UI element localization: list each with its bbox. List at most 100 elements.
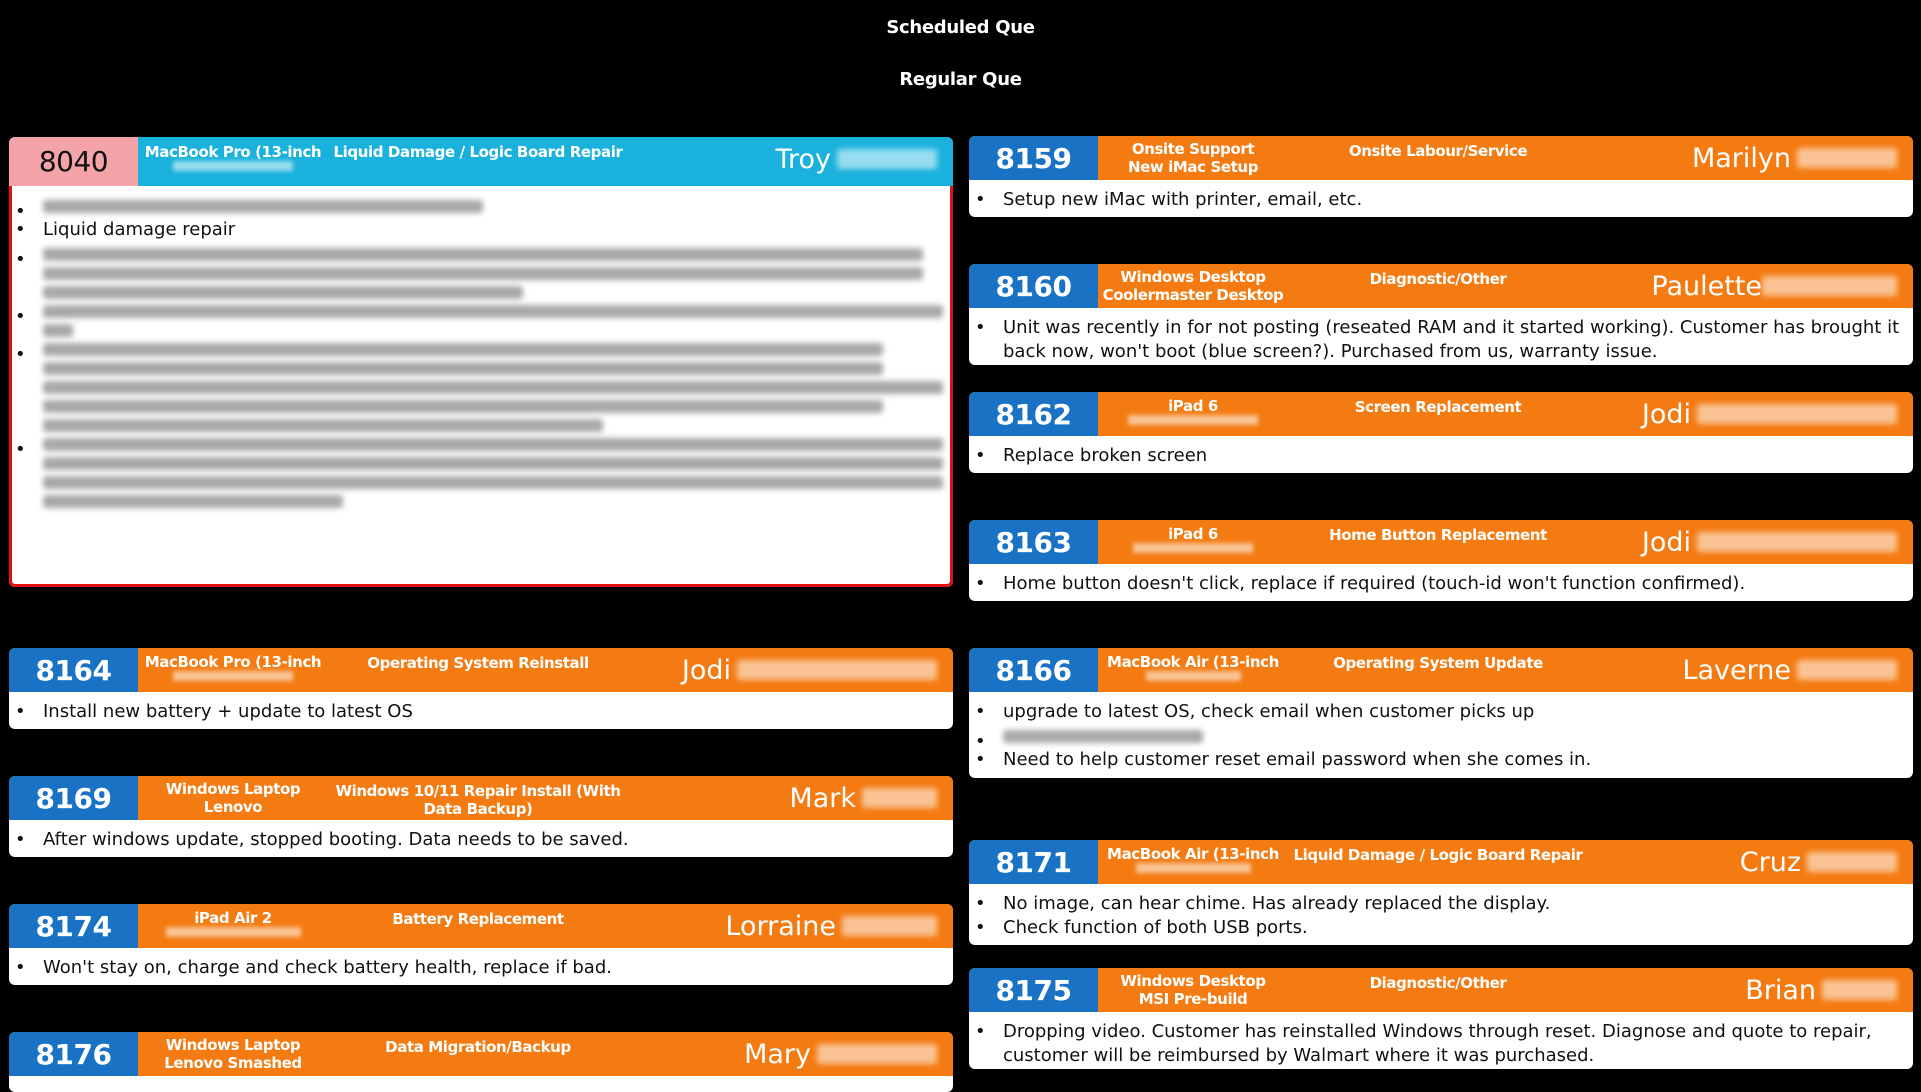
notes-list: upgrade to latest OS, check email when c… bbox=[969, 692, 1913, 778]
service-label: Operating System Reinstall bbox=[367, 654, 589, 672]
device-label: Onsite Support New iMac Setup bbox=[1098, 136, 1288, 180]
notes-list: Setup new iMac with printer, email, etc. bbox=[969, 180, 1913, 217]
tech-name: Jodi bbox=[1642, 392, 1897, 436]
tech-name: Brian bbox=[1745, 968, 1897, 1012]
tech-surname-redacted bbox=[1697, 404, 1897, 424]
tech-name: Mary bbox=[744, 1032, 937, 1076]
device-name: MacBook Pro (13-inch bbox=[144, 653, 322, 671]
ticket-number[interactable]: 8163 bbox=[969, 520, 1098, 564]
ticket-number[interactable]: 8171 bbox=[969, 840, 1098, 884]
ticket-header[interactable]: 8175 Windows Desktop MSI Pre-build Diagn… bbox=[969, 968, 1913, 1012]
ticket-number[interactable]: 8166 bbox=[969, 648, 1098, 692]
tech-name: Jodi bbox=[1642, 520, 1897, 564]
device-label: iPad Air 2 bbox=[138, 904, 328, 948]
tech-first-name: Cruz bbox=[1739, 846, 1801, 878]
tech-surname-redacted bbox=[1797, 148, 1897, 168]
device-line-1: Windows Laptop bbox=[165, 1036, 301, 1054]
ticket-header[interactable]: 8040 MacBook Pro (13-inch Liquid Damage … bbox=[9, 137, 953, 186]
ticket-header[interactable]: 8160 Windows Desktop Coolermaster Deskto… bbox=[969, 264, 1913, 308]
tech-first-name: Brian bbox=[1745, 974, 1816, 1006]
ticket-number[interactable]: 8174 bbox=[9, 904, 138, 948]
ticket-number[interactable]: 8176 bbox=[9, 1032, 138, 1076]
note-item: Need to help customer reset email passwo… bbox=[973, 748, 1907, 772]
notes-list: After windows update, stopped booting. D… bbox=[9, 820, 953, 857]
ticket-card[interactable]: 8175 Windows Desktop MSI Pre-build Diagn… bbox=[969, 968, 1913, 1069]
redacted-note bbox=[43, 476, 943, 489]
ticket-number[interactable]: 8169 bbox=[9, 776, 138, 820]
tech-first-name: Paulette bbox=[1651, 270, 1762, 302]
device-label: iPad 6 bbox=[1098, 392, 1288, 436]
redacted-note bbox=[43, 343, 883, 356]
ticket-card[interactable]: 8169 Windows Laptop Lenovo Windows 10/11… bbox=[9, 776, 953, 857]
ticket-card[interactable]: 8176 Windows Laptop Lenovo Smashed Data … bbox=[9, 1032, 953, 1092]
tech-name: Lorraine bbox=[725, 904, 937, 948]
ticket-number[interactable]: 8164 bbox=[9, 648, 138, 692]
tech-first-name: Jodi bbox=[1641, 526, 1691, 558]
notes-list: Unit was recently in for not posting (re… bbox=[969, 308, 1913, 365]
redacted-note bbox=[43, 362, 883, 375]
tech-first-name: Troy bbox=[775, 143, 831, 175]
note-item: Check function of both USB ports. bbox=[973, 916, 1907, 940]
tech-surname-redacted bbox=[737, 660, 937, 680]
note-item: After windows update, stopped booting. D… bbox=[13, 828, 947, 852]
ticket-card[interactable]: 8163 iPad 6 Home Button Replacement Jodi… bbox=[969, 520, 1913, 601]
device-line-1: Windows Laptop bbox=[165, 780, 301, 798]
redacted-note bbox=[43, 400, 883, 413]
device-label: Windows Desktop Coolermaster Desktop bbox=[1098, 264, 1288, 308]
note-item bbox=[13, 438, 947, 508]
ticket-card[interactable]: 8171 MacBook Air (13-inch Liquid Damage … bbox=[969, 840, 1913, 945]
tech-surname-redacted bbox=[1762, 276, 1897, 296]
device-label: MacBook Air (13-inch bbox=[1098, 648, 1288, 692]
device-line-1: Windows Desktop bbox=[1120, 972, 1266, 990]
tech-surname-redacted bbox=[862, 788, 937, 808]
ticket-card[interactable]: 8166 MacBook Air (13-inch Operating Syst… bbox=[969, 648, 1913, 778]
service-label: Data Migration/Backup bbox=[385, 1038, 571, 1056]
ticket-header[interactable]: 8162 iPad 6 Screen Replacement Jodi bbox=[969, 392, 1913, 436]
note-item: No image, can hear chime. Has already re… bbox=[973, 892, 1907, 916]
ticket-number[interactable]: 8159 bbox=[969, 136, 1098, 180]
redacted-note bbox=[43, 381, 943, 394]
device-label: MacBook Pro (13-inch bbox=[138, 648, 328, 692]
tech-first-name: Jodi bbox=[1641, 398, 1691, 430]
tech-name: Marilyn bbox=[1692, 136, 1897, 180]
ticket-card[interactable]: 8174 iPad Air 2 Battery Replacement Lorr… bbox=[9, 904, 953, 985]
ticket-card[interactable]: 8159 Onsite Support New iMac Setup Onsit… bbox=[969, 136, 1913, 217]
tech-first-name: Mary bbox=[744, 1038, 811, 1070]
ticket-card[interactable]: 8162 iPad 6 Screen Replacement Jodi Repl… bbox=[969, 392, 1913, 473]
redacted-note bbox=[43, 267, 923, 280]
ticket-card[interactable]: 8164 MacBook Pro (13-inch Operating Syst… bbox=[9, 648, 953, 729]
ticket-number[interactable]: 8175 bbox=[969, 968, 1098, 1012]
page-title: Scheduled Que bbox=[886, 17, 1035, 38]
note-item: Replace broken screen bbox=[973, 444, 1907, 468]
ticket-header[interactable]: 8176 Windows Laptop Lenovo Smashed Data … bbox=[9, 1032, 953, 1076]
device-name: iPad 6 bbox=[1168, 397, 1218, 415]
tech-name: Paulette bbox=[1651, 264, 1897, 308]
ticket-header[interactable]: 8166 MacBook Air (13-inch Operating Syst… bbox=[969, 648, 1913, 692]
note-item: Home button doesn't click, replace if re… bbox=[973, 572, 1907, 596]
ticket-number[interactable]: 8162 bbox=[969, 392, 1098, 436]
tech-surname-redacted bbox=[1807, 852, 1897, 872]
ticket-header[interactable]: 8171 MacBook Air (13-inch Liquid Damage … bbox=[969, 840, 1913, 884]
ticket-header[interactable]: 8159 Onsite Support New iMac Setup Onsit… bbox=[969, 136, 1913, 180]
ticket-number[interactable]: 8040 bbox=[9, 137, 138, 186]
notes-list: Liquid damage repair bbox=[9, 186, 953, 519]
serial-redacted bbox=[173, 161, 293, 171]
ticket-header[interactable]: 8169 Windows Laptop Lenovo Windows 10/11… bbox=[9, 776, 953, 820]
device-line-2: Lenovo Smashed bbox=[164, 1054, 302, 1072]
serial-redacted bbox=[1128, 415, 1258, 425]
device-line-2: New iMac Setup bbox=[1127, 158, 1259, 176]
ticket-header[interactable]: 8163 iPad 6 Home Button Replacement Jodi bbox=[969, 520, 1913, 564]
tech-surname-redacted bbox=[817, 1044, 937, 1064]
ticket-card[interactable]: 8160 Windows Desktop Coolermaster Deskto… bbox=[969, 264, 1913, 365]
ticket-header[interactable]: 8174 iPad Air 2 Battery Replacement Lorr… bbox=[9, 904, 953, 948]
tech-first-name: Mark bbox=[789, 782, 856, 814]
tech-surname-redacted bbox=[842, 916, 937, 936]
tech-name: Laverne bbox=[1682, 648, 1897, 692]
ticket-header[interactable]: 8164 MacBook Pro (13-inch Operating Syst… bbox=[9, 648, 953, 692]
notes-list: No image, can hear chime. Has already re… bbox=[969, 884, 1913, 945]
tech-surname-redacted bbox=[837, 149, 937, 169]
ticket-number[interactable]: 8160 bbox=[969, 264, 1098, 308]
ticket-card[interactable]: 8040 MacBook Pro (13-inch Liquid Damage … bbox=[9, 137, 953, 587]
tech-name: Jodi bbox=[682, 648, 937, 692]
redacted-note bbox=[43, 438, 943, 451]
